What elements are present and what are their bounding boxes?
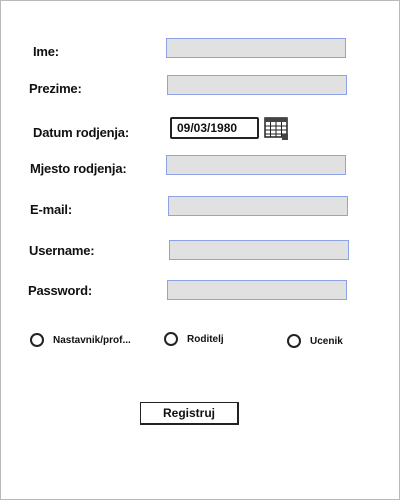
mjesto-rodjenja-input[interactable]: [167, 156, 345, 174]
prezime-field[interactable]: [167, 75, 347, 95]
password-label: Password:: [28, 283, 92, 298]
ime-label: Ime:: [33, 44, 59, 59]
password-input[interactable]: [168, 281, 346, 299]
ime-field[interactable]: [166, 38, 346, 58]
radio-roditelj-label: Roditelj: [187, 334, 224, 345]
mjesto-rodjenja-field[interactable]: [166, 155, 346, 175]
radio-nastavnik[interactable]: [30, 333, 44, 347]
password-field[interactable]: [167, 280, 347, 300]
radio-ucenik[interactable]: [287, 334, 301, 348]
username-field[interactable]: [169, 240, 349, 260]
calendar-icon[interactable]: [264, 117, 290, 141]
datum-rodjenja-label: Datum rodjenja:: [33, 125, 129, 140]
prezime-label: Prezime:: [29, 81, 82, 96]
date-input[interactable]: 09/03/1980: [170, 117, 259, 139]
radio-ucenik-label: Ucenik: [310, 336, 343, 347]
ime-input[interactable]: [167, 39, 345, 57]
mjesto-rodjenja-label: Mjesto rodjenja:: [30, 161, 127, 176]
email-input[interactable]: [169, 197, 347, 215]
prezime-input[interactable]: [168, 76, 346, 94]
email-field[interactable]: [168, 196, 348, 216]
radio-roditelj[interactable]: [164, 332, 178, 346]
registruj-button[interactable]: Registruj: [140, 402, 239, 425]
username-input[interactable]: [170, 241, 348, 259]
username-label: Username:: [29, 243, 95, 258]
radio-nastavnik-label: Nastavnik/prof...: [53, 335, 131, 346]
email-label: E-mail:: [30, 202, 72, 217]
